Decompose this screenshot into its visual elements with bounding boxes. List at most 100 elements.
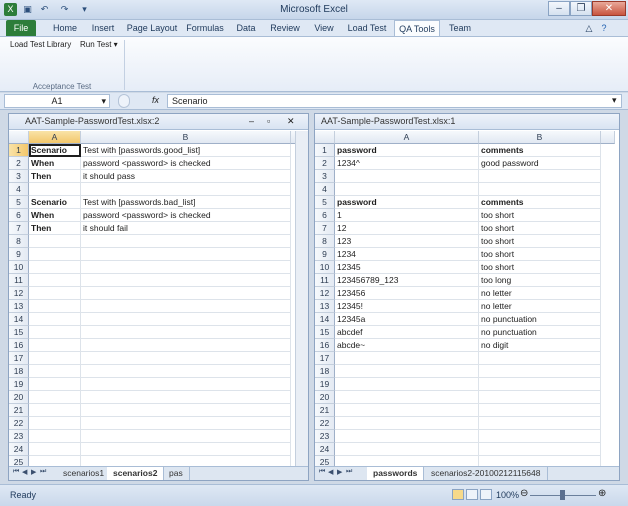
cell[interactable] — [29, 352, 81, 365]
cell[interactable] — [479, 430, 601, 443]
row-header[interactable]: 6 — [315, 209, 335, 222]
restore-window-icon[interactable]: ▫ — [267, 116, 270, 126]
cell[interactable] — [81, 287, 291, 300]
cell[interactable] — [29, 391, 81, 404]
cell[interactable] — [81, 274, 291, 287]
cell[interactable] — [479, 391, 601, 404]
cell[interactable]: 1 — [335, 209, 479, 222]
cell[interactable] — [29, 300, 81, 313]
tab-review[interactable]: Review — [266, 20, 304, 36]
row-header[interactable]: 6 — [9, 209, 29, 222]
cell[interactable] — [29, 430, 81, 443]
cell[interactable] — [335, 378, 479, 391]
cell[interactable]: no punctuation — [479, 313, 601, 326]
minimize-ribbon-icon[interactable]: △ — [584, 20, 594, 36]
cell[interactable] — [81, 352, 291, 365]
cell[interactable] — [29, 404, 81, 417]
cell[interactable] — [29, 339, 81, 352]
cell[interactable] — [479, 170, 601, 183]
cell[interactable] — [29, 326, 81, 339]
row-header[interactable]: 3 — [315, 170, 335, 183]
formula-input[interactable]: Scenario — [167, 94, 622, 108]
row-header[interactable]: 8 — [9, 235, 29, 248]
minimize-window-icon[interactable]: – — [249, 116, 254, 126]
tab-page-layout[interactable]: Page Layout — [126, 20, 178, 36]
cell[interactable] — [81, 378, 291, 391]
name-box[interactable]: A1 ▾ — [4, 94, 110, 108]
cell[interactable] — [335, 404, 479, 417]
row-header[interactable]: 13 — [315, 300, 335, 313]
row-header[interactable]: 14 — [315, 313, 335, 326]
cell[interactable] — [335, 365, 479, 378]
row-header[interactable]: 9 — [315, 248, 335, 261]
cell[interactable] — [29, 261, 81, 274]
cell[interactable] — [335, 183, 479, 196]
row-header[interactable]: 15 — [9, 326, 29, 339]
row-header[interactable]: 24 — [315, 443, 335, 456]
cell[interactable]: abcde~ — [335, 339, 479, 352]
zoom-in-icon[interactable]: ⊕ — [598, 488, 606, 499]
cell[interactable]: 1234 — [335, 248, 479, 261]
row-header[interactable]: 4 — [9, 183, 29, 196]
cell[interactable]: Scenario — [29, 196, 81, 209]
cell[interactable]: 12345a — [335, 313, 479, 326]
cell[interactable]: 12 — [335, 222, 479, 235]
cell[interactable]: Then — [29, 170, 81, 183]
row-header[interactable]: 11 — [315, 274, 335, 287]
zoom-out-icon[interactable]: ⊖ — [520, 488, 528, 499]
row-header[interactable]: 16 — [315, 339, 335, 352]
row-header[interactable]: 13 — [9, 300, 29, 313]
row-header[interactable]: 12 — [315, 287, 335, 300]
restore-button[interactable]: ❐ — [570, 1, 592, 16]
row-header[interactable]: 3 — [9, 170, 29, 183]
row-header[interactable]: 18 — [9, 365, 29, 378]
zoom-level[interactable]: 100% — [496, 490, 519, 500]
cell[interactable] — [335, 430, 479, 443]
sheet-nav-icon[interactable]: ▶ — [337, 468, 342, 476]
row-header[interactable]: 11 — [9, 274, 29, 287]
tab-formulas[interactable]: Formulas — [184, 20, 226, 36]
select-all-corner[interactable] — [9, 131, 29, 144]
row-header[interactable]: 10 — [315, 261, 335, 274]
help-icon[interactable]: ? — [598, 20, 610, 36]
cell[interactable]: When — [29, 157, 81, 170]
sheet-nav-icon[interactable]: ◀ — [328, 468, 333, 476]
cell[interactable] — [29, 235, 81, 248]
row-header[interactable]: 17 — [9, 352, 29, 365]
cell[interactable]: 12345! — [335, 300, 479, 313]
cell[interactable]: 12345 — [335, 261, 479, 274]
sheet-tab[interactable]: scenarios2-20100212115648 — [425, 467, 548, 480]
cell[interactable]: Test with [passwords.good_list] — [81, 144, 291, 157]
row-header[interactable]: 10 — [9, 261, 29, 274]
cell[interactable]: Test with [passwords.bad_list] — [81, 196, 291, 209]
cell[interactable]: password — [335, 196, 479, 209]
zoom-slider-thumb[interactable] — [560, 490, 565, 500]
row-header[interactable]: 19 — [315, 378, 335, 391]
close-window-icon[interactable]: ✕ — [287, 116, 295, 127]
cell[interactable]: comments — [479, 196, 601, 209]
cell[interactable] — [81, 235, 291, 248]
cell[interactable] — [29, 365, 81, 378]
row-header[interactable]: 15 — [315, 326, 335, 339]
sheet-nav-icon[interactable]: ⏮ — [13, 468, 19, 476]
sheet-nav-icon[interactable]: ⏭ — [40, 468, 46, 476]
cancel-entry-icon[interactable] — [118, 94, 130, 108]
close-button[interactable]: ✕ — [592, 1, 626, 16]
cell[interactable]: abcdef — [335, 326, 479, 339]
tab-view[interactable]: View — [310, 20, 338, 36]
cell[interactable] — [29, 287, 81, 300]
row-header[interactable]: 20 — [315, 391, 335, 404]
cell[interactable]: too long — [479, 274, 601, 287]
cell[interactable]: too short — [479, 235, 601, 248]
minimize-button[interactable]: – — [548, 1, 570, 16]
insert-function-icon[interactable]: fx — [152, 95, 159, 105]
row-header[interactable]: 21 — [9, 404, 29, 417]
row-header[interactable]: 8 — [315, 235, 335, 248]
cell[interactable]: too short — [479, 209, 601, 222]
row-header[interactable]: 5 — [9, 196, 29, 209]
cell[interactable] — [81, 365, 291, 378]
cell[interactable] — [81, 313, 291, 326]
column-header[interactable]: A — [335, 131, 479, 144]
select-all-corner[interactable] — [315, 131, 335, 144]
cell[interactable]: comments — [479, 144, 601, 157]
